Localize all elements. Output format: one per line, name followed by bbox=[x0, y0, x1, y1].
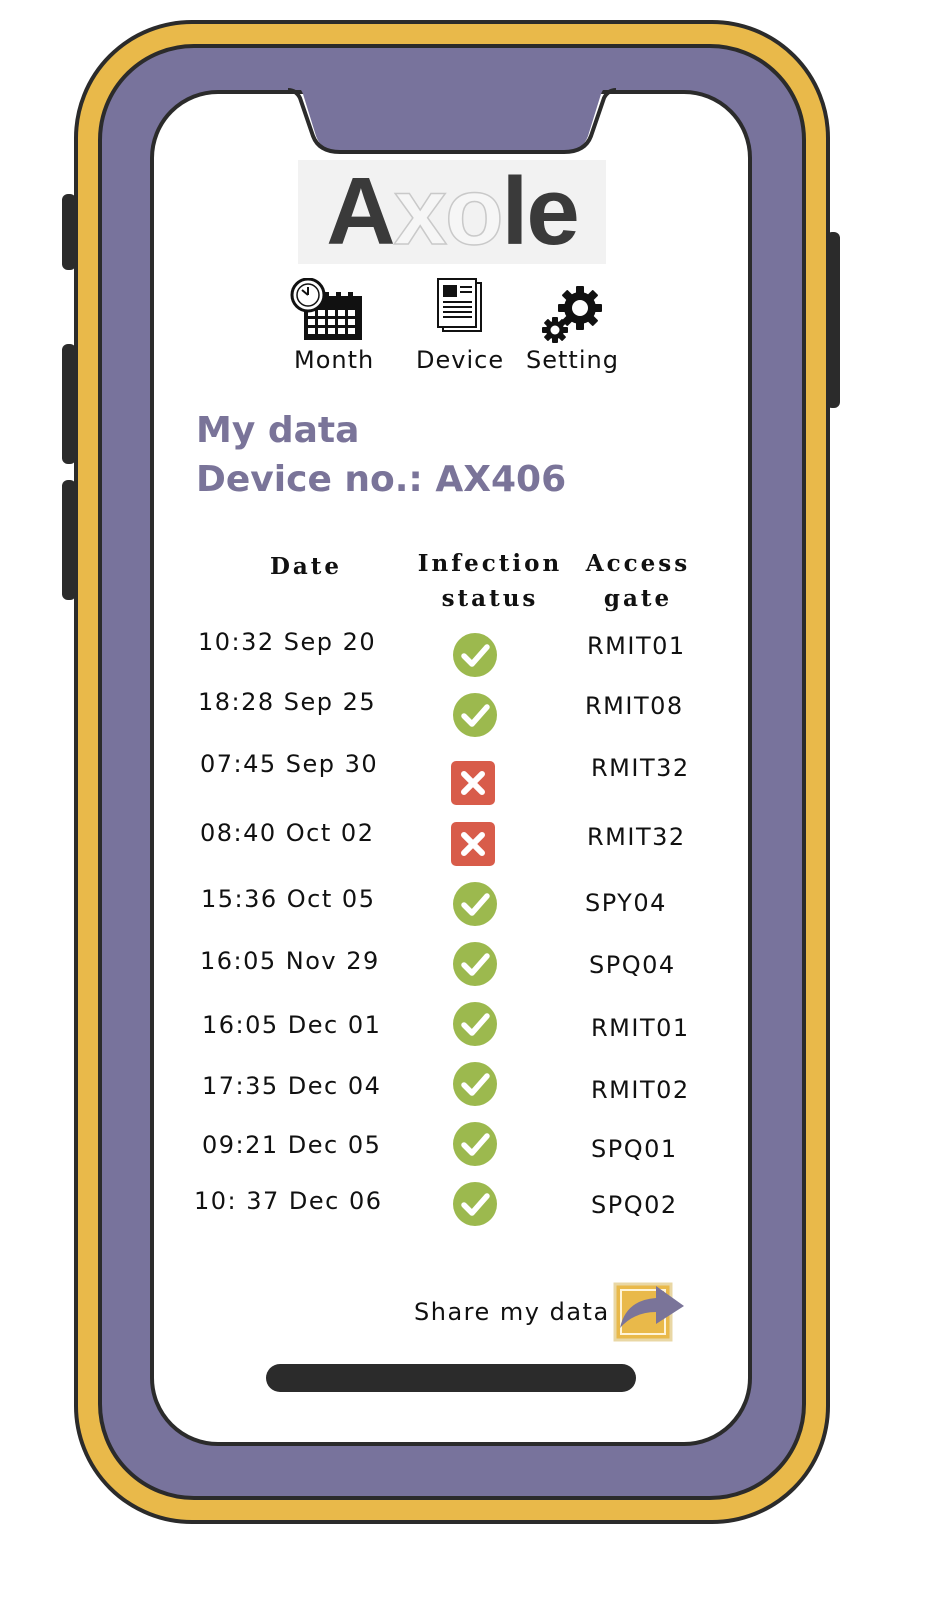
calendar-clock-icon bbox=[290, 277, 362, 340]
volume-up-button bbox=[62, 344, 76, 464]
column-header-gate-line2: gate bbox=[603, 585, 673, 612]
row-date: 10:32 Sep 20 bbox=[198, 628, 377, 656]
phone-notch bbox=[282, 86, 622, 154]
share-arrow-icon[interactable] bbox=[612, 1278, 690, 1344]
row-date: 16:05 Dec 01 bbox=[202, 1011, 382, 1039]
nav-month-label: Month bbox=[294, 346, 375, 374]
column-header-infection-status: Infection status bbox=[410, 546, 570, 616]
gears-icon bbox=[542, 286, 602, 343]
device-number: Device no.: AX406 bbox=[196, 459, 567, 500]
nav-month-button[interactable] bbox=[288, 277, 368, 344]
column-header-date-text: Date bbox=[269, 553, 343, 580]
row-date: 07:45 Sep 30 bbox=[200, 750, 379, 778]
row-date: 08:40 Oct 02 bbox=[200, 819, 375, 847]
x-square-icon bbox=[451, 822, 495, 866]
check-circle-icon bbox=[453, 882, 497, 926]
home-indicator[interactable] bbox=[266, 1364, 636, 1392]
mute-switch bbox=[62, 194, 76, 270]
row-gate: RMIT02 bbox=[591, 1076, 690, 1104]
row-gate: RMIT08 bbox=[585, 692, 684, 720]
x-square-icon bbox=[451, 761, 495, 805]
column-header-access-gate: Access gate bbox=[578, 546, 698, 616]
row-date: 09:21 Dec 05 bbox=[202, 1131, 382, 1159]
row-date: 15:36 Oct 05 bbox=[201, 885, 376, 913]
row-gate: SPY04 bbox=[585, 889, 667, 917]
row-date: 18:28 Sep 25 bbox=[198, 688, 377, 716]
row-date: 17:35 Dec 04 bbox=[202, 1072, 382, 1100]
row-gate: RMIT32 bbox=[591, 754, 690, 782]
row-date: 10: 37 Dec 06 bbox=[194, 1187, 383, 1215]
row-date: 16:05 Nov 29 bbox=[200, 947, 380, 975]
check-circle-icon bbox=[453, 1002, 497, 1046]
check-circle-icon bbox=[453, 942, 497, 986]
nav-device-button[interactable] bbox=[434, 278, 486, 334]
row-gate: SPQ02 bbox=[591, 1191, 678, 1219]
volume-down-button bbox=[62, 480, 76, 600]
row-gate: SPQ04 bbox=[589, 951, 676, 979]
check-circle-icon bbox=[453, 1062, 497, 1106]
column-header-gate-line1: Access bbox=[585, 550, 691, 577]
check-circle-icon bbox=[453, 1122, 497, 1166]
column-header-status-line2: status bbox=[441, 585, 539, 612]
logo-letters-le: le bbox=[501, 158, 580, 265]
row-gate: RMIT01 bbox=[587, 632, 686, 660]
check-circle-icon bbox=[453, 693, 497, 737]
row-gate: RMIT32 bbox=[587, 823, 686, 851]
logo-letter-a: A bbox=[326, 158, 395, 265]
page-title: My data bbox=[196, 410, 360, 451]
logo-letters-xo: xo bbox=[393, 158, 505, 265]
row-gate: RMIT01 bbox=[591, 1014, 690, 1042]
column-header-date: Date bbox=[246, 549, 366, 584]
document-icon bbox=[437, 278, 482, 332]
nav-device-label: Device bbox=[416, 346, 505, 374]
nav-setting-label: Setting bbox=[526, 346, 619, 374]
nav-setting-button[interactable] bbox=[540, 284, 606, 346]
app-logo: Axo le bbox=[298, 160, 606, 264]
column-header-status-line1: Infection bbox=[417, 550, 563, 577]
check-circle-icon bbox=[453, 633, 497, 677]
power-button bbox=[826, 232, 840, 408]
check-circle-icon bbox=[453, 1182, 497, 1226]
share-my-data-label: Share my data bbox=[414, 1298, 610, 1326]
row-gate: SPQ01 bbox=[591, 1135, 678, 1163]
